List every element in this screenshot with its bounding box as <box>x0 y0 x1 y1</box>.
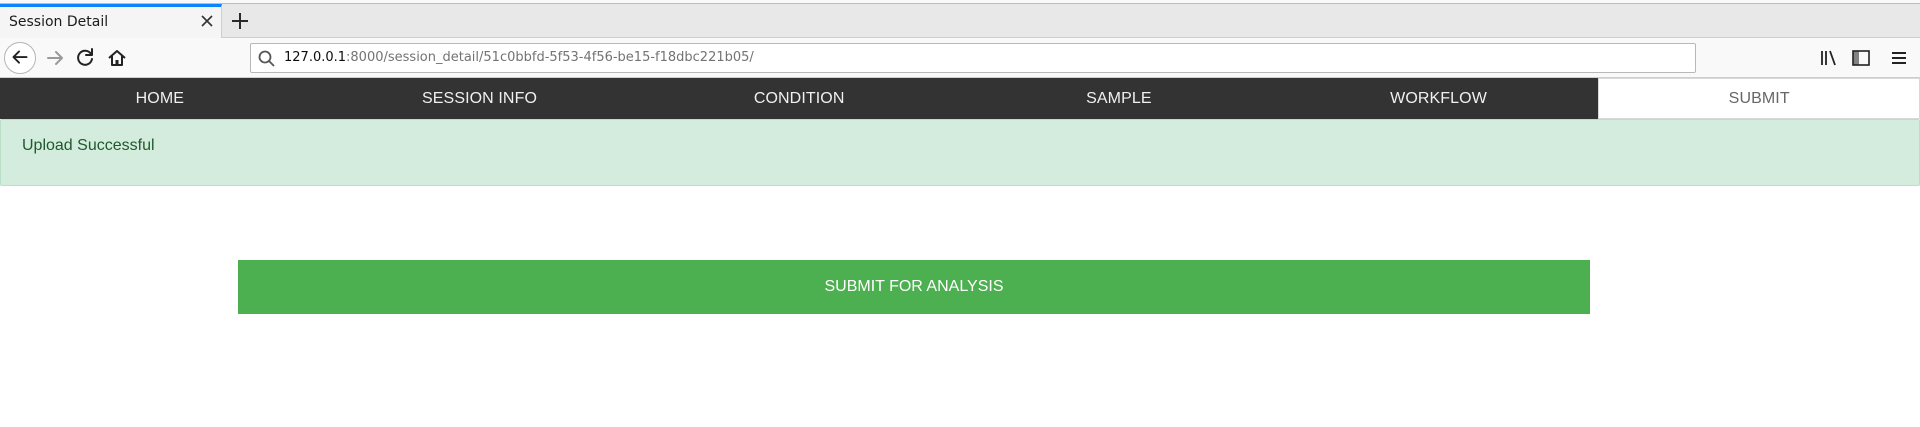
success-alert: Upload Successful <box>0 119 1920 186</box>
home-button[interactable] <box>102 43 132 73</box>
forward-button[interactable] <box>40 43 70 73</box>
nav-tab-condition[interactable]: CONDITION <box>639 78 959 119</box>
library-icon[interactable] <box>1818 47 1840 69</box>
tabstrip-top-border <box>0 0 1920 4</box>
hamburger-menu-icon[interactable] <box>1888 47 1910 69</box>
url-host: 127.0.0.1 <box>284 50 347 65</box>
nav-tab-submit[interactable]: SUBMIT <box>1598 78 1920 119</box>
url-text: 127.0.0.1:8000/session_detail/51c0bbfd-5… <box>284 50 754 65</box>
browser-tabstrip: Session Detail <box>0 0 1920 38</box>
back-button[interactable] <box>4 42 36 74</box>
nav-tab-session-info[interactable]: SESSION INFO <box>320 78 640 119</box>
browser-tab-title: Session Detail <box>9 14 109 30</box>
nav-tab-sample[interactable]: SAMPLE <box>959 78 1279 119</box>
url-path: :8000/session_detail/51c0bbfd-5f53-4f56-… <box>346 50 754 65</box>
browser-navbar: 127.0.0.1:8000/session_detail/51c0bbfd-5… <box>0 38 1920 78</box>
search-icon <box>258 50 275 67</box>
home-icon <box>108 50 126 66</box>
url-bar[interactable]: 127.0.0.1:8000/session_detail/51c0bbfd-5… <box>250 43 1696 73</box>
nav-tab-home[interactable]: HOME <box>0 78 320 119</box>
sidebar-icon[interactable] <box>1850 47 1872 69</box>
plus-icon[interactable] <box>228 9 252 33</box>
arrow-right-icon <box>47 51 63 65</box>
submit-for-analysis-button[interactable]: SUBMIT FOR ANALYSIS <box>238 260 1590 314</box>
nav-tab-workflow[interactable]: WORKFLOW <box>1279 78 1599 119</box>
alert-message: Upload Successful <box>22 137 155 154</box>
reload-icon <box>77 48 93 66</box>
browser-tab-active[interactable]: Session Detail <box>0 4 222 38</box>
arrow-left-icon <box>12 50 28 64</box>
close-icon[interactable] <box>197 11 217 31</box>
reload-button[interactable] <box>70 43 100 73</box>
site-nav: HOME SESSION INFO CONDITION SAMPLE WORKF… <box>0 78 1920 119</box>
